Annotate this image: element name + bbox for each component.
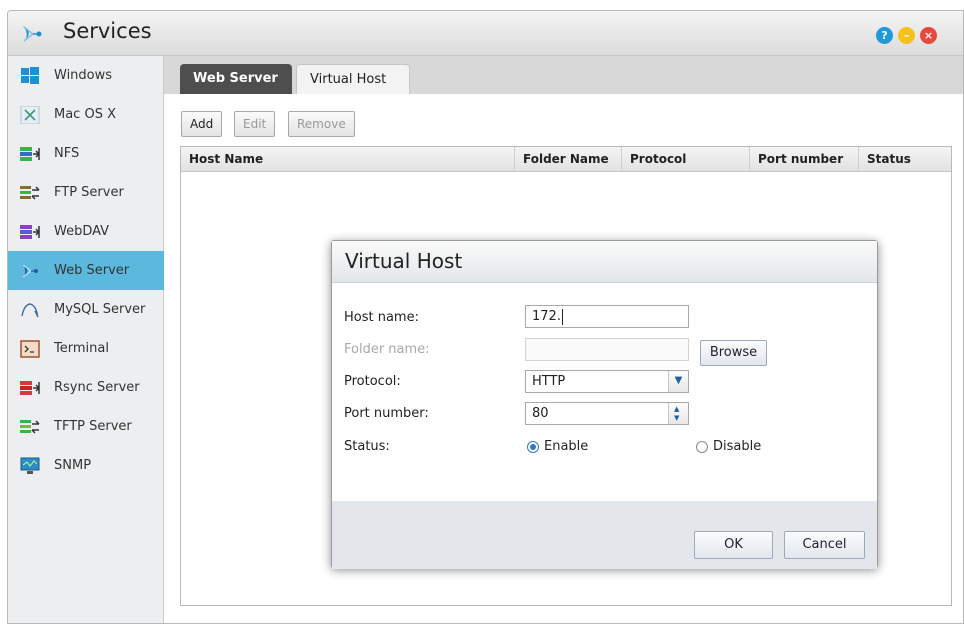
enable-radio[interactable]: [527, 441, 539, 453]
sidebar-item-label: SNMP: [54, 458, 92, 473]
windows-icon: [21, 66, 39, 84]
port-number-label: Port number:: [344, 406, 429, 421]
column-header-status[interactable]: Status: [858, 147, 953, 172]
host-name-value: 172.: [532, 309, 561, 324]
sidebar-item-label: Windows: [54, 68, 113, 83]
add-button[interactable]: Add: [181, 111, 223, 137]
cancel-button[interactable]: Cancel: [784, 531, 865, 559]
column-header-host-name[interactable]: Host Name: [181, 147, 514, 172]
nfs-icon: [20, 146, 40, 161]
sidebar-item-ftp-server[interactable]: FTP Server: [8, 173, 164, 212]
sidebar-item-label: FTP Server: [54, 185, 124, 200]
web-server-icon: [22, 263, 38, 278]
sidebar-item-web-server[interactable]: Web Server: [8, 251, 164, 290]
sidebar-item-label: Web Server: [54, 263, 130, 278]
virtual-host-dialog: Virtual Host Host name: 172. Folder name…: [331, 240, 878, 569]
dialog-body: Host name: 172. Folder name: Browse Prot…: [332, 283, 877, 501]
edit-button[interactable]: Edit: [234, 111, 276, 137]
webdav-icon: [20, 224, 40, 239]
protocol-value: HTTP: [532, 374, 566, 389]
enable-label[interactable]: Enable: [544, 439, 588, 454]
sidebar-item-tftp-server[interactable]: TFTP Server: [8, 407, 164, 446]
host-name-label: Host name:: [344, 310, 419, 325]
minimize-icon[interactable]: –: [898, 27, 915, 44]
sidebar-item-webdav[interactable]: WebDAV: [8, 212, 164, 251]
tftp-server-icon: [20, 419, 40, 434]
sidebar-item-windows[interactable]: Windows: [8, 56, 164, 95]
window-title: Services: [63, 19, 152, 43]
ftp-server-icon: [20, 185, 40, 200]
sidebar-item-nfs[interactable]: NFS: [8, 134, 164, 173]
table-header: Host Name Folder Name Protocol Port numb…: [181, 147, 951, 172]
disable-radio[interactable]: [696, 441, 708, 453]
protocol-select[interactable]: HTTP ▼: [525, 370, 689, 393]
tab-web-server[interactable]: Web Server: [180, 64, 292, 94]
column-header-protocol[interactable]: Protocol: [621, 147, 749, 172]
mac-os-x-icon: [20, 105, 40, 124]
sidebar-item-label: MySQL Server: [54, 302, 146, 317]
column-header-port-number[interactable]: Port number: [749, 147, 858, 172]
folder-name-input[interactable]: [525, 338, 689, 361]
ok-button[interactable]: OK: [694, 531, 773, 559]
web-server-icon: [23, 26, 42, 42]
sidebar-item-label: TFTP Server: [54, 419, 132, 434]
host-name-input[interactable]: 172.: [525, 305, 689, 328]
protocol-label: Protocol:: [344, 374, 401, 389]
mysql-server-icon: [21, 302, 39, 317]
sidebar-item-terminal[interactable]: Terminal: [8, 329, 164, 368]
chevron-down-icon[interactable]: ▼: [668, 371, 688, 392]
status-label: Status:: [344, 439, 390, 454]
sidebar-item-label: WebDAV: [54, 224, 110, 239]
port-number-value: 80: [532, 406, 549, 421]
tab-virtual-host[interactable]: Virtual Host: [296, 64, 410, 94]
tab-bar: Web Server Virtual Host: [164, 56, 963, 94]
sidebar-item-mysql-server[interactable]: MySQL Server: [8, 290, 164, 329]
sidebar-item-label: NFS: [54, 146, 80, 161]
disable-label[interactable]: Disable: [713, 439, 761, 454]
help-icon[interactable]: ?: [876, 27, 893, 44]
terminal-icon: [20, 339, 40, 358]
sidebar-item-rsync-server[interactable]: Rsync Server: [8, 368, 164, 407]
sidebar: Windows Mac OS X NFS FTP Server WebDAV W…: [8, 56, 164, 623]
dialog-header: Virtual Host: [332, 241, 877, 283]
remove-button[interactable]: Remove: [288, 111, 355, 137]
folder-name-label: Folder name:: [344, 342, 430, 357]
snmp-icon: [20, 457, 40, 474]
close-icon[interactable]: ×: [920, 27, 937, 44]
sidebar-item-label: Mac OS X: [54, 107, 116, 122]
rsync-server-icon: [20, 380, 40, 395]
port-number-stepper[interactable]: 80 ▲ ▼: [525, 402, 689, 425]
browse-button[interactable]: Browse: [700, 340, 767, 366]
text-caret: [561, 308, 563, 325]
spinner-arrows-icon[interactable]: ▲ ▼: [668, 403, 688, 424]
sidebar-item-label: Terminal: [54, 341, 109, 356]
sidebar-item-snmp[interactable]: SNMP: [8, 446, 164, 485]
sidebar-item-mac-os-x[interactable]: Mac OS X: [8, 95, 164, 134]
column-header-folder-name[interactable]: Folder Name: [514, 147, 621, 172]
dialog-title: Virtual Host: [345, 249, 463, 273]
sidebar-item-label: Rsync Server: [54, 380, 140, 395]
title-bar: Services ? – ×: [8, 11, 963, 56]
